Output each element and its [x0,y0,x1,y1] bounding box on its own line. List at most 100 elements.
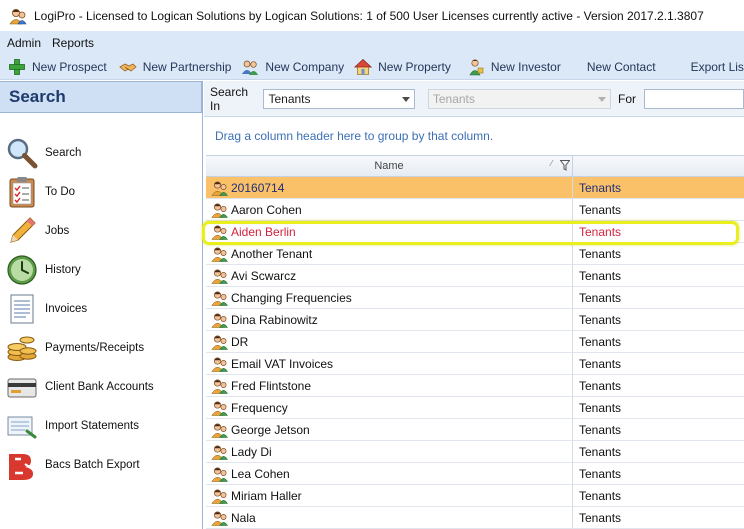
sidebar: Search Search To Do Jobs History Invoice… [0,81,203,529]
table-row[interactable]: George Jetson Tenants [206,419,744,441]
tenant-icon [211,180,229,196]
sidebar-item-history[interactable]: History [0,251,200,289]
table-row[interactable]: Aaron Cohen Tenants [206,199,744,221]
coins-icon [5,331,39,365]
new-property-button[interactable]: New Property [350,56,455,78]
title-bar: LogiPro - Licensed to Logican Solutions … [0,0,744,31]
row-name: Frequency [231,400,288,415]
sidebar-item-search[interactable]: Search [0,134,200,172]
tenant-icon [211,224,229,240]
magnifier-icon [5,136,39,170]
name-cell: Nala [206,507,573,528]
table-row[interactable]: Dina Rabinowitz Tenants [206,309,744,331]
table-row[interactable]: Aiden Berlin Tenants [206,221,744,243]
row-name: Changing Frequencies [231,290,352,305]
name-cell: Email VAT Invoices [206,353,573,374]
table-row[interactable]: Frequency Tenants [206,397,744,419]
table-row[interactable]: Avi Scwarcz Tenants [206,265,744,287]
name-cell: Frequency [206,397,573,418]
search-in-dropdown[interactable]: Tenants [263,88,415,109]
for-label: For [618,91,636,106]
type-cell: Tenants [579,378,622,393]
search-in-value: Tenants [268,91,311,106]
row-name: Another Tenant [231,246,313,261]
sidebar-item-bacs-batch-export[interactable]: Bacs Batch Export [0,446,200,484]
main-panel: Search In Tenants Tenants For Drag a col… [204,81,744,529]
house-icon [354,58,373,76]
type-cell: Tenants [579,224,622,239]
menu-admin[interactable]: Admin [3,36,45,50]
group-by-panel[interactable]: Drag a column header here to group by th… [204,117,744,155]
sidebar-item-label: Import Statements [45,420,139,432]
row-name: Aiden Berlin [231,224,296,239]
sidebar-item-jobs[interactable]: Jobs [0,212,200,250]
credit-card-icon [5,370,39,404]
tenant-icon [211,466,229,482]
sidebar-item-todo[interactable]: To Do [0,173,200,211]
row-name: 20160714 [231,180,285,195]
type-cell: Tenants [579,268,622,283]
sidebar-item-label: Client Bank Accounts [45,381,154,393]
table-row[interactable]: Miriam Haller Tenants [206,485,744,507]
export-list-button[interactable]: Export Lis [687,56,744,78]
sidebar-item-import-statements[interactable]: Import Statements [0,407,200,445]
investor-icon [467,58,485,76]
table-row[interactable]: 20160714 Tenants [206,177,744,199]
menu-bar: Admin Reports [0,31,744,55]
table-row[interactable]: DR Tenants [206,331,744,353]
new-company-button[interactable]: New Company [237,56,348,78]
row-name: Nala [231,510,256,525]
table-row[interactable]: Email VAT Invoices Tenants [206,353,744,375]
sidebar-item-client-bank-accounts[interactable]: Client Bank Accounts [0,368,200,406]
new-prospect-label: New Prospect [32,60,107,74]
window-title: LogiPro - Licensed to Logican Solutions … [34,8,704,23]
results-grid: 20160714 Tenants Aaron Cohen Tenants Aiden B… [206,177,744,529]
type-cell: Tenants [579,180,622,195]
name-cell: Changing Frequencies [206,287,573,308]
filter-icon[interactable] [559,160,571,171]
row-name: Avi Scwarcz [231,268,297,283]
row-name: Dina Rabinowitz [231,312,318,327]
type-cell: Tenants [579,510,622,525]
type-cell: Tenants [579,290,622,305]
row-name: Email VAT Invoices [231,356,334,371]
tenant-icon [211,268,229,284]
menu-reports[interactable]: Reports [48,36,98,50]
tenant-icon [211,488,229,504]
name-cell: Lea Cohen [206,463,573,484]
tenant-icon [211,422,229,438]
name-cell: Aiden Berlin [206,221,573,242]
tenant-icon [211,510,229,526]
plus-icon [8,58,26,76]
column-header-name[interactable]: Name [206,156,573,176]
sidebar-item-invoices[interactable]: Invoices [0,290,200,328]
sidebar-item-payments[interactable]: Payments/Receipts [0,329,200,367]
tenant-icon [211,246,229,262]
type-cell: Tenants [579,422,622,437]
table-row[interactable]: Another Tenant Tenants [206,243,744,265]
column-header-label: Name [374,160,404,172]
row-name: Aaron Cohen [231,202,302,217]
tenant-icon [211,400,229,416]
new-partnership-button[interactable]: New Partnership [115,56,236,78]
type-cell: Tenants [579,356,622,371]
search-input[interactable] [644,88,744,109]
table-row[interactable]: Changing Frequencies Tenants [206,287,744,309]
row-name: DR [231,334,249,349]
new-contact-label: New Contact [586,60,656,74]
sidebar-item-label: To Do [45,186,76,198]
name-cell: Dina Rabinowitz [206,309,573,330]
new-contact-button[interactable]: New Contact [583,56,660,78]
sort-indicator-icon: ⁄ [551,159,553,168]
table-row[interactable]: Lady Di Tenants [206,441,744,463]
table-row[interactable]: Nala Tenants [206,507,744,529]
sidebar-item-label: Payments/Receipts [45,342,145,354]
row-name: Fred Flintstone [231,378,312,393]
tenant-icon [211,290,229,306]
table-row[interactable]: Fred Flintstone Tenants [206,375,744,397]
new-investor-button[interactable]: New Investor [463,56,565,78]
secondary-dropdown: Tenants [427,88,611,109]
tenant-icon [211,334,229,350]
table-row[interactable]: Lea Cohen Tenants [206,463,744,485]
new-prospect-button[interactable]: New Prospect [4,56,111,78]
